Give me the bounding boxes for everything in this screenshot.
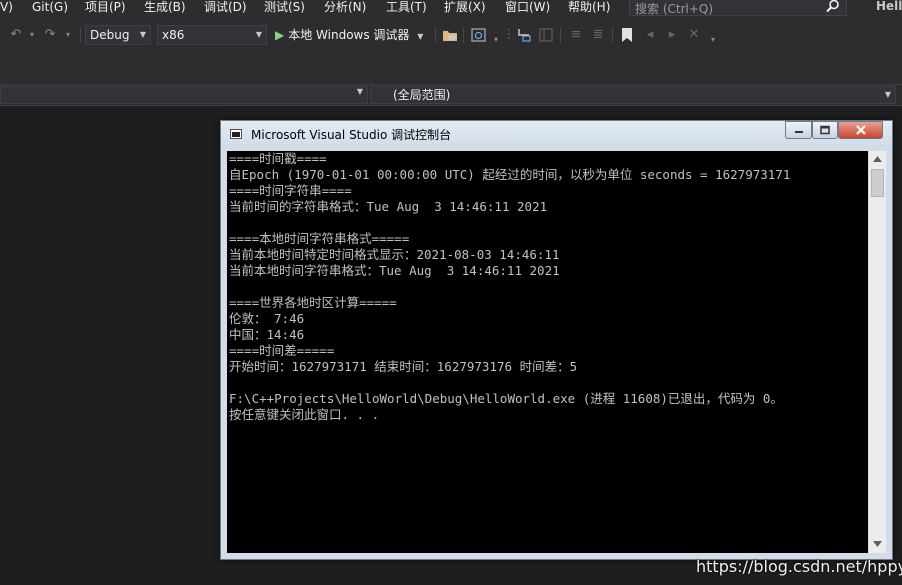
close-button[interactable]	[838, 121, 883, 139]
search-box[interactable]: 搜索 (Ctrl+Q)	[629, 0, 847, 16]
console-line: ====世界各地时区计算=====	[229, 295, 397, 310]
toolbar-separator	[80, 27, 81, 43]
scope-value: (全局范围)	[393, 88, 451, 102]
solution-name: Hell	[876, 0, 902, 13]
chevron-down-icon[interactable]: ▾	[705, 32, 721, 48]
maximize-button[interactable]	[812, 121, 838, 139]
console-line: 按任意键关闭此窗口. . .	[229, 407, 380, 422]
console-line: ====时间戳====	[229, 151, 327, 166]
toolbar-separator	[560, 27, 561, 43]
uncomment-icon[interactable]: ≣	[590, 27, 606, 43]
redo-dropdown-icon[interactable]: ▾	[60, 27, 76, 43]
menu-project[interactable]: 项目(P)	[85, 0, 126, 16]
console-output[interactable]: ====时间戳==== 自Epoch (1970-01-01 00:00:00 U…	[227, 151, 868, 553]
menu-bar: V) Git(G) 项目(P) 生成(B) 调试(D) 测试(S) 分析(N) …	[0, 0, 902, 18]
console-line: 中国：14:46	[229, 327, 305, 342]
bookmark-icon[interactable]	[620, 27, 634, 43]
minimize-button[interactable]	[785, 121, 812, 139]
undo-dropdown-icon[interactable]: ▾	[24, 27, 40, 43]
menu-window[interactable]: 窗口(W)	[505, 0, 550, 16]
step-icon[interactable]	[516, 27, 532, 43]
chevron-down-icon: ▼	[884, 90, 891, 99]
debug-console-window: Microsoft Visual Studio 调试控制台 ====时间戳===…	[220, 120, 893, 560]
console-line: ====时间字符串====	[229, 183, 352, 198]
platform-select[interactable]: x86 ▼	[157, 25, 267, 45]
console-line: ====时间差=====	[229, 343, 335, 358]
arrow-down-icon	[873, 541, 882, 547]
prev-bookmark-icon[interactable]: ◂	[642, 27, 658, 43]
toolbar-separator	[612, 27, 613, 43]
console-line: F:\C++Projects\HelloWorld\Debug\HelloWor…	[229, 391, 783, 406]
toolbar-separator	[435, 27, 436, 43]
console-app-icon	[230, 129, 242, 139]
run-dropdown-icon[interactable]: ▼	[417, 32, 423, 41]
watermark: https://blog.csdn.net/hppyW	[696, 557, 902, 576]
layout-icon[interactable]	[538, 27, 554, 43]
maximize-icon	[820, 125, 830, 135]
browser-icon[interactable]	[471, 27, 487, 43]
chevron-down-icon: ▼	[255, 30, 262, 39]
search-icon	[826, 0, 839, 13]
start-debugging-button[interactable]: ▶ 本地 Windows 调试器 ▼	[275, 25, 423, 45]
menu-test[interactable]: 测试(S)	[264, 0, 305, 16]
grip-icon: ⋮	[502, 27, 516, 42]
scroll-down-button[interactable]	[869, 536, 886, 553]
chevron-down-icon: ▼	[139, 30, 146, 39]
console-line: 当前时间的字符串格式：Tue Aug 3 14:46:11 2021	[229, 199, 548, 214]
console-titlebar[interactable]: Microsoft Visual Studio 调试控制台	[221, 121, 892, 148]
arrow-up-icon	[873, 156, 882, 162]
navigation-bar: ▼ (全局范围) ▼	[0, 84, 902, 106]
console-scrollbar[interactable]	[869, 151, 886, 553]
configuration-value: Debug	[90, 28, 130, 42]
clear-bookmarks-icon[interactable]: ✕	[686, 27, 702, 43]
console-line: 当前本地时间字符串格式：Tue Aug 3 14:46:11 2021	[229, 263, 560, 278]
scroll-up-button[interactable]	[869, 151, 886, 168]
folder-icon[interactable]	[442, 27, 458, 43]
toolbar-separator	[463, 27, 464, 43]
toolbar: ↶ ▾ ↷ ▾ Debug ▼ x86 ▼ ▶ 本地 Windows 调试器 ▼ …	[0, 18, 902, 52]
menu-build[interactable]: 生成(B)	[144, 0, 186, 16]
menu-view[interactable]: V)	[0, 0, 13, 16]
type-scope-select[interactable]: ▼	[0, 86, 368, 104]
chevron-down-icon: ▼	[356, 87, 363, 96]
console-line: 当前本地时间特定时间格式显示：2021-08-03 14:46:11	[229, 247, 560, 262]
minimize-icon	[794, 131, 803, 133]
run-label: 本地 Windows 调试器	[288, 28, 410, 42]
tab-strip	[0, 52, 902, 84]
next-bookmark-icon[interactable]: ▸	[664, 27, 680, 43]
scroll-thumb[interactable]	[871, 169, 884, 197]
console-line: 自Epoch (1970-01-01 00:00:00 UTC) 起经过的时间，…	[229, 167, 791, 182]
platform-value: x86	[162, 28, 185, 42]
play-icon: ▶	[275, 28, 285, 42]
menu-debug[interactable]: 调试(D)	[204, 0, 247, 16]
comment-icon[interactable]: ≡	[568, 27, 584, 43]
console-line: 开始时间：1627973171 结束时间：1627973176 时间差：5	[229, 359, 578, 374]
configuration-select[interactable]: Debug ▼	[85, 25, 151, 45]
menu-tools[interactable]: 工具(T)	[386, 0, 427, 16]
menu-analyze[interactable]: 分析(N)	[324, 0, 366, 16]
console-line: 伦敦： 7:46	[229, 311, 305, 326]
console-title: Microsoft Visual Studio 调试控制台	[251, 128, 452, 142]
menu-git[interactable]: Git(G)	[32, 0, 68, 16]
console-line: ====本地时间字符串格式=====	[229, 231, 410, 246]
menu-help[interactable]: 帮助(H)	[568, 0, 610, 16]
member-scope-select[interactable]: (全局范围) ▼	[370, 86, 896, 104]
undo-icon[interactable]: ↶	[8, 27, 24, 43]
menu-extensions[interactable]: 扩展(X)	[444, 0, 486, 16]
close-icon	[855, 125, 866, 135]
redo-icon[interactable]: ↷	[42, 27, 58, 43]
search-placeholder: 搜索 (Ctrl+Q)	[635, 2, 714, 16]
